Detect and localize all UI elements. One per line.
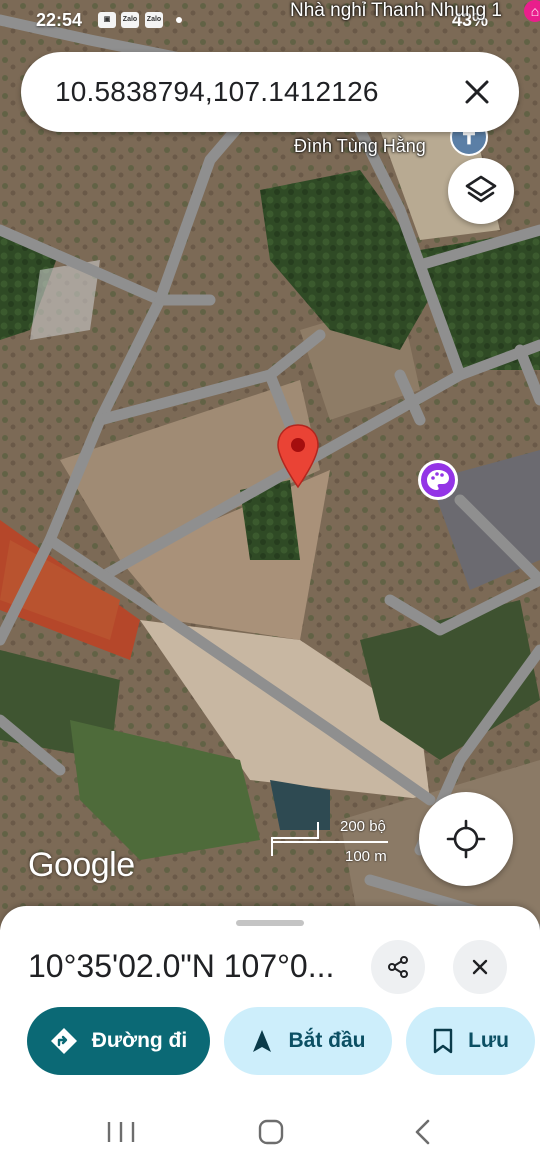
google-logo: Google [28,846,135,884]
location-pin-icon[interactable] [276,423,320,494]
directions-button[interactable]: Đường đi [27,1007,210,1075]
crosshair-icon [446,819,486,859]
layers-icon [465,175,497,203]
close-sheet-button[interactable] [453,940,507,994]
map-place-label[interactable]: Đình Tùng Hằng [294,136,426,157]
my-location-button[interactable] [419,792,513,886]
zalo-icon: Zalo [145,12,163,28]
system-nav-bar [0,1098,540,1170]
zalo-icon: Zalo [121,12,139,28]
art-marker-icon[interactable] [418,460,458,500]
scale-imperial: 200 bộ [340,818,386,835]
gallery-icon: ▣ [98,12,116,28]
dot-icon [176,17,182,23]
search-bar[interactable]: 10.5838794,107.1412126 [21,52,519,132]
layers-button[interactable] [448,158,514,224]
back-icon[interactable] [412,1118,434,1146]
home-icon[interactable] [257,1118,285,1146]
drag-handle[interactable] [236,920,304,926]
coordinates-title: 10°35'02.0"N 107°0... [28,948,335,984]
directions-label: Đường đi [91,1029,188,1052]
share-button[interactable] [371,940,425,994]
scale-metric: 100 m [345,848,387,865]
share-icon [388,956,408,978]
navigation-arrow-icon [253,1030,272,1052]
recent-apps-icon[interactable] [106,1120,136,1144]
close-icon[interactable] [457,72,497,112]
save-label: Lưu [468,1029,509,1052]
hotel-marker-icon[interactable]: ⌂ [524,0,540,22]
status-time: 22:54 [36,10,83,30]
map-place-label[interactable]: Nhà nghỉ Thanh Nhung 1 [290,0,502,22]
search-input[interactable]: 10.5838794,107.1412126 [55,76,379,108]
bookmark-icon [433,1028,453,1054]
start-label: Bắt đầu [288,1029,366,1052]
directions-icon [50,1028,77,1054]
save-button[interactable]: Lưu [406,1007,535,1075]
start-navigation-button[interactable]: Bắt đầu [224,1007,392,1075]
close-icon [472,959,488,975]
